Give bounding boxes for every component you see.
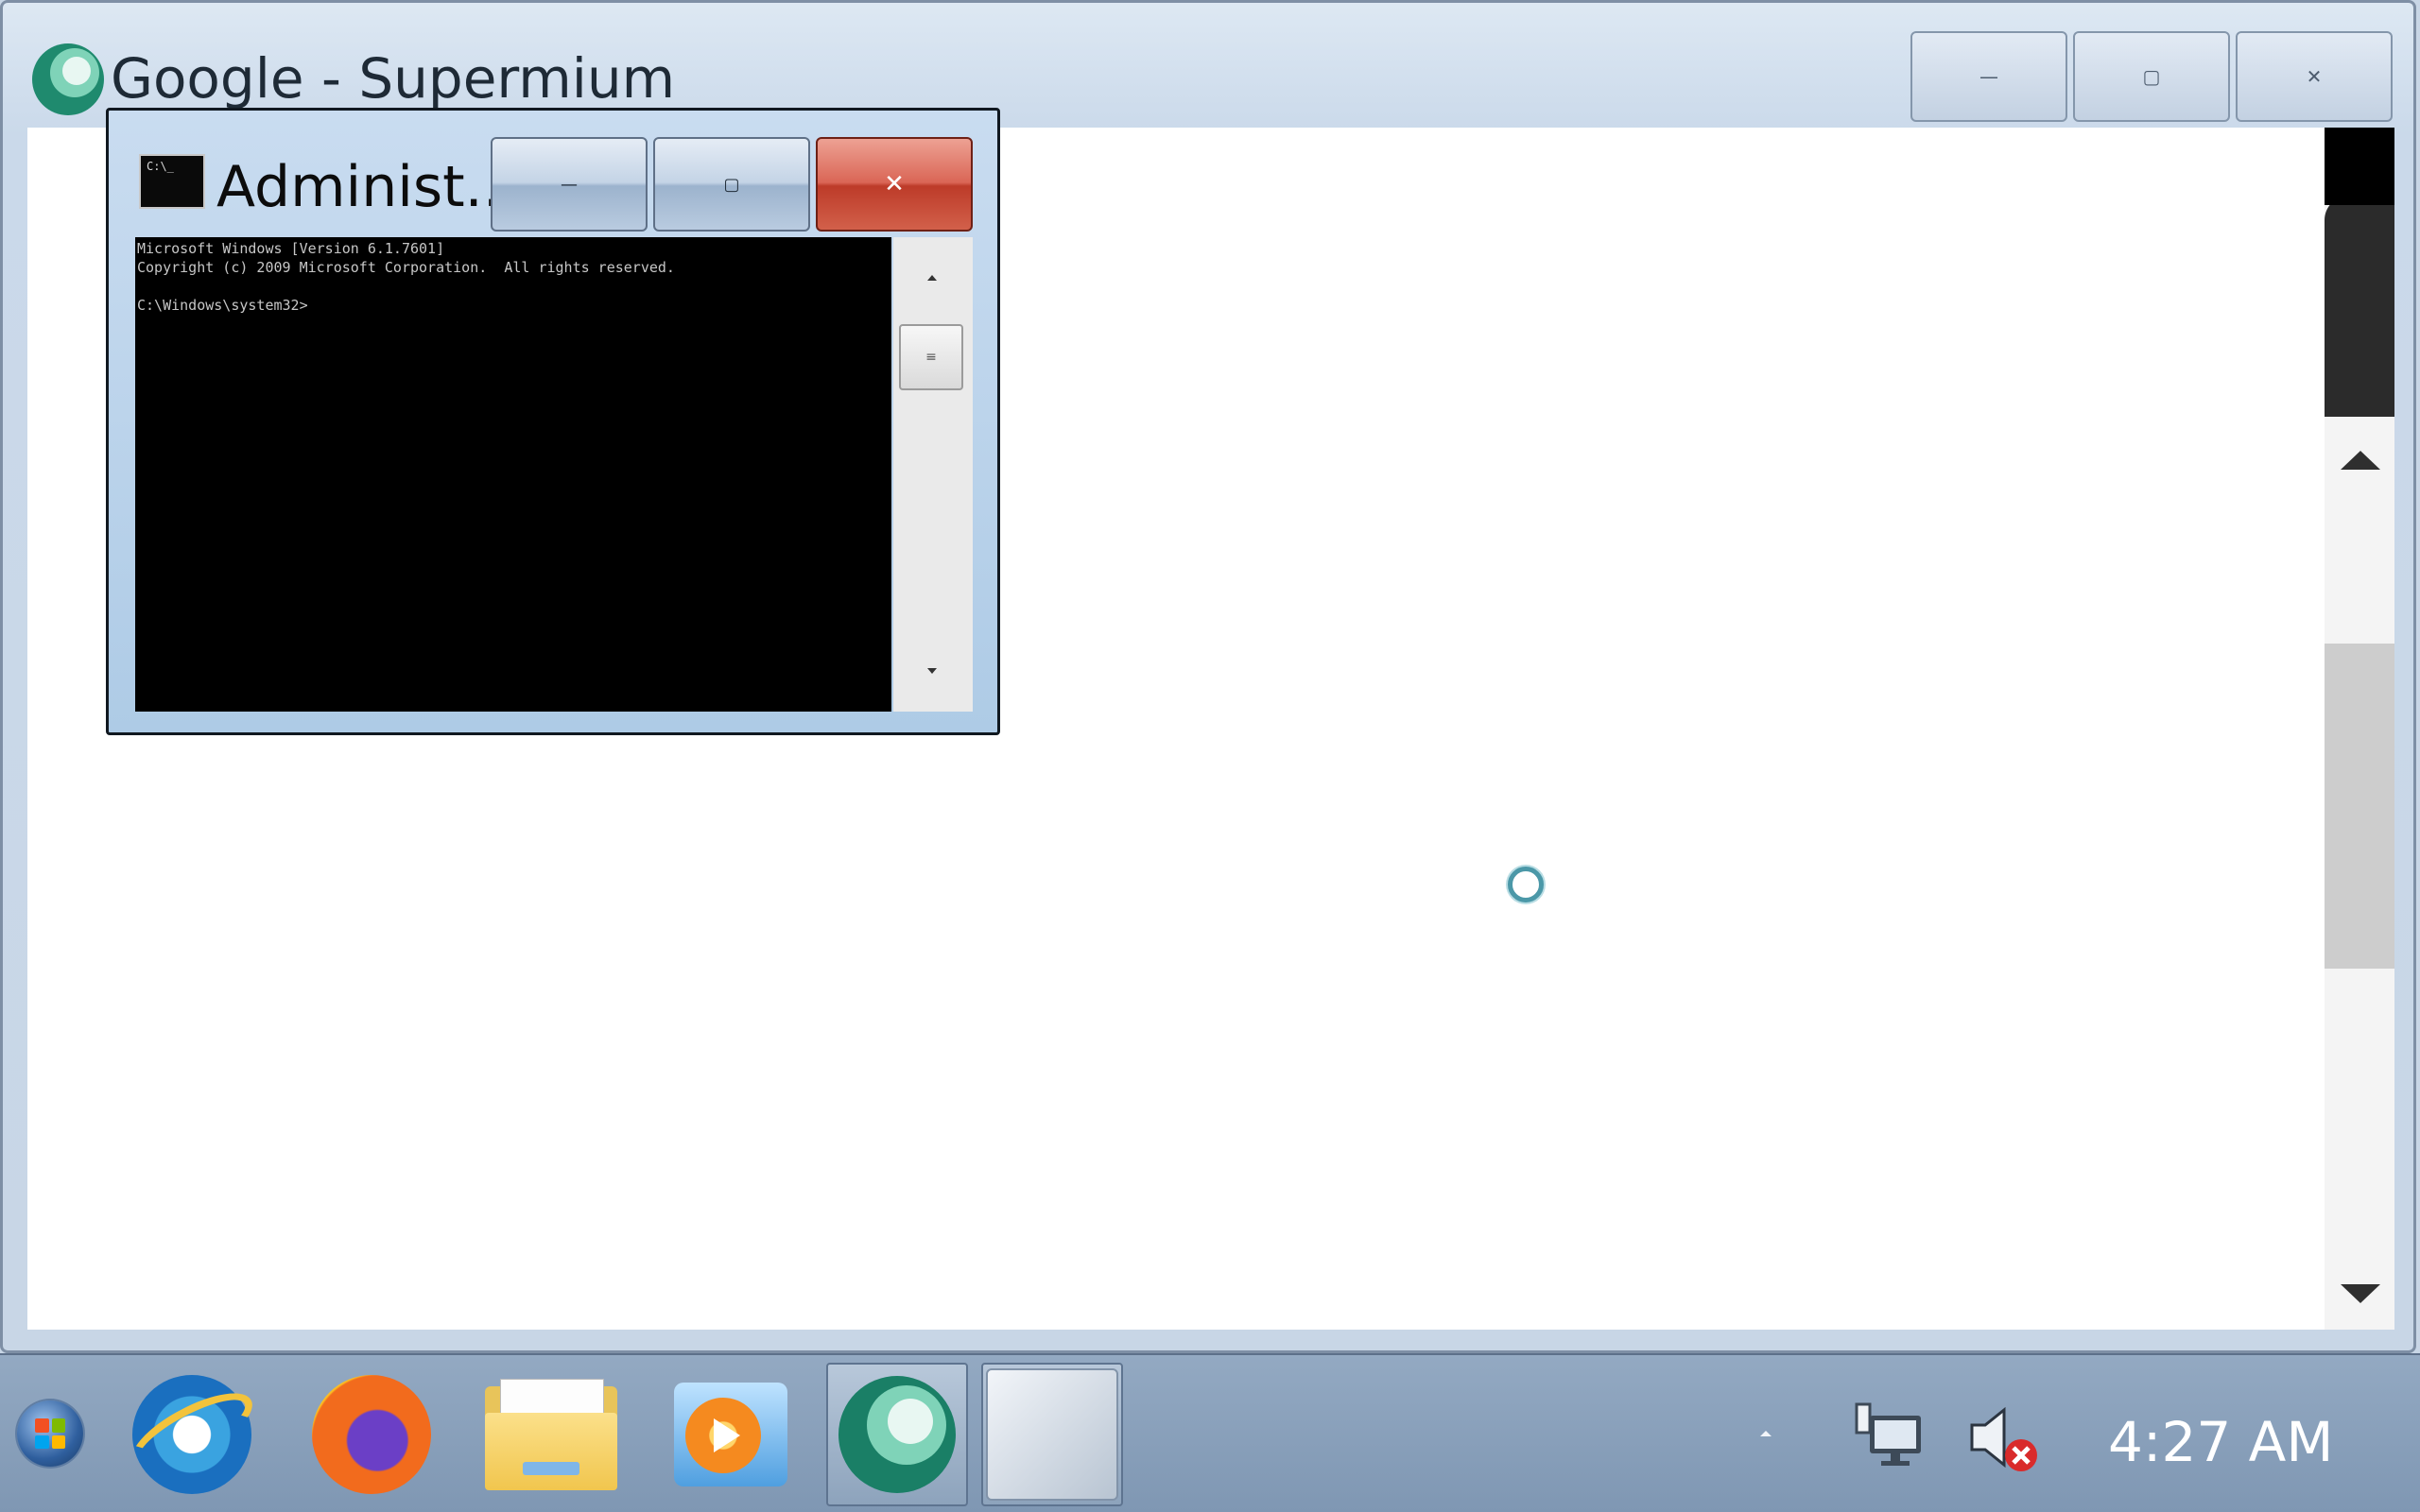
firefox-icon (312, 1375, 431, 1494)
command-prompt-window: C:\_ Administ... — ▢ ✕ Microsoft Windows… (106, 108, 1000, 735)
supermium-logo-icon (32, 43, 104, 115)
browser-minimize-button[interactable]: — (1910, 31, 2067, 122)
scroll-up-arrow-icon[interactable] (2341, 451, 2380, 470)
browser-window-title: Google - Supermium (111, 46, 676, 111)
taskbar-clock[interactable]: 4:27 AM (2108, 1410, 2333, 1474)
taskbar-command-prompt[interactable] (981, 1363, 1123, 1506)
taskbar-file-explorer[interactable] (480, 1363, 622, 1506)
scrollbar-top-block (2325, 196, 2394, 417)
command-prompt-icon: C:\_ (139, 154, 205, 209)
cmd-close-button[interactable]: ✕ (816, 137, 973, 232)
media-player-icon (674, 1383, 787, 1486)
taskbar-media-player[interactable] (660, 1363, 802, 1506)
taskbar-firefox[interactable] (301, 1363, 442, 1506)
scroll-down-arrow-icon[interactable] (2341, 1284, 2380, 1303)
taskbar-internet-explorer[interactable] (121, 1363, 263, 1506)
show-hidden-icons-arrow-icon[interactable] (1760, 1431, 1772, 1436)
cmd-scrollbar-thumb[interactable]: ≡ (899, 324, 963, 390)
cmd-scroll-down-arrow-icon[interactable] (927, 668, 937, 674)
folder-icon (485, 1379, 617, 1490)
cmd-window-title: Administ... (216, 154, 519, 220)
cmd-minimize-button[interactable]: — (491, 137, 648, 232)
taskbar: 4:27 AM (0, 1353, 2420, 1512)
blank-window-icon (986, 1368, 1118, 1501)
scrollbar-thumb[interactable] (2325, 644, 2394, 969)
scrollbar-top-cap (2325, 128, 2394, 205)
network-icon[interactable] (1853, 1402, 1925, 1469)
supermium-icon (838, 1376, 956, 1493)
taskbar-supermium[interactable] (826, 1363, 968, 1506)
loading-spinner-icon (1508, 867, 1544, 902)
start-button[interactable] (17, 1400, 83, 1467)
internet-explorer-icon (132, 1375, 251, 1494)
cmd-vertical-scrollbar[interactable]: ≡ (893, 237, 973, 712)
browser-close-button[interactable]: ✕ (2236, 31, 2393, 122)
console-output[interactable]: Microsoft Windows [Version 6.1.7601] Cop… (135, 237, 891, 712)
browser-maximize-button[interactable]: ▢ (2073, 31, 2230, 122)
windows-logo-icon (35, 1418, 65, 1449)
cmd-maximize-button[interactable]: ▢ (653, 137, 810, 232)
cmd-scroll-up-arrow-icon[interactable] (927, 275, 937, 281)
browser-vertical-scrollbar[interactable] (2325, 128, 2394, 1330)
volume-muted-icon[interactable] (1966, 1402, 2042, 1474)
